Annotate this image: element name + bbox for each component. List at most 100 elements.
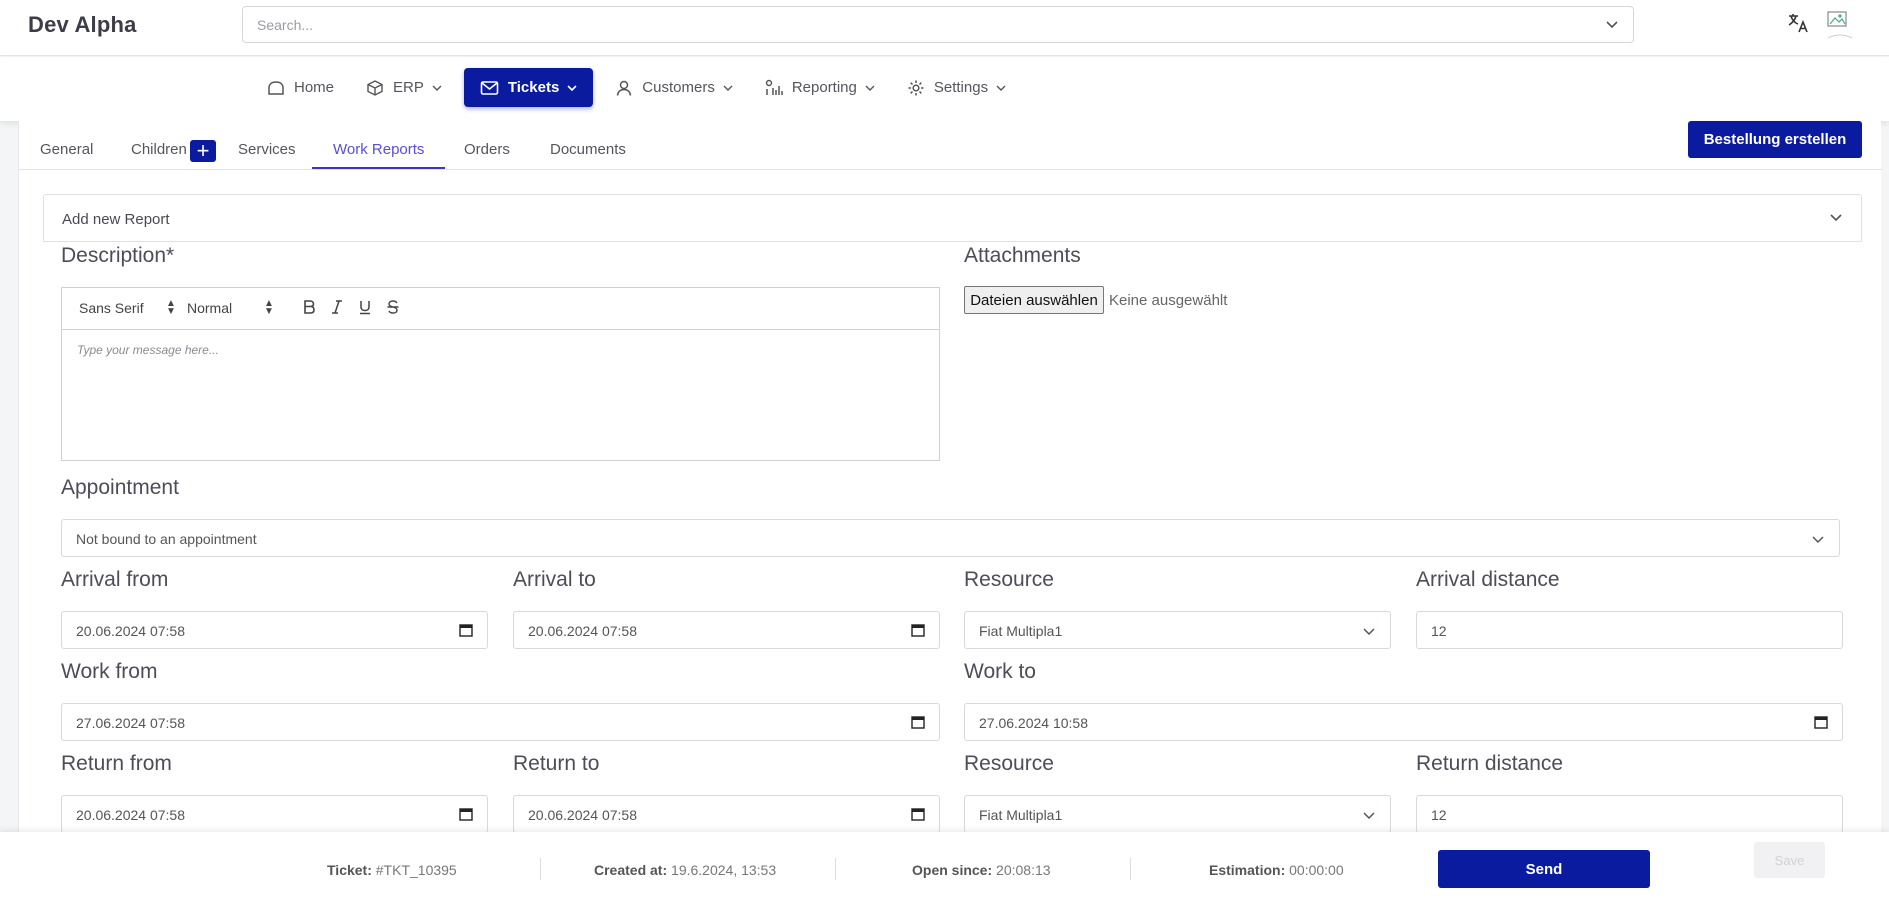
calendar-icon[interactable]: [1814, 715, 1828, 729]
ticket-footer: Ticket: #TKT_10395 Created at: 19.6.2024…: [0, 832, 1889, 900]
search-box[interactable]: [242, 6, 1634, 43]
footer-ticket: Ticket: #TKT_10395: [327, 862, 457, 878]
created-value: 19.6.2024, 13:53: [671, 862, 777, 878]
attachments-label: Attachments: [964, 244, 1081, 267]
arrival-distance-input[interactable]: 12: [1416, 611, 1843, 649]
created-label: Created at:: [594, 862, 668, 878]
arrival-resource-select[interactable]: Fiat Multipla1: [964, 611, 1391, 649]
arrival-to-label: Arrival to: [513, 568, 596, 591]
arrival-to-input[interactable]: 20.06.2024 07:58: [513, 611, 940, 649]
chevron-down-icon: [1363, 628, 1375, 636]
create-order-button[interactable]: Bestellung erstellen: [1688, 121, 1862, 158]
main-navigation: Home ERP Tickets Customers Reporting Set…: [0, 57, 1889, 121]
chevron-down-icon: [996, 85, 1006, 91]
arrival-resource-label: Resource: [964, 568, 1054, 591]
choose-files-button[interactable]: Dateien auswählen: [964, 286, 1104, 314]
tab-services[interactable]: Services: [217, 121, 317, 169]
underline-icon[interactable]: [358, 299, 372, 315]
chevron-down-icon: [723, 85, 733, 91]
tab-documents[interactable]: Documents: [529, 121, 647, 169]
description-label: Description*: [61, 244, 175, 267]
return-resource-value: Fiat Multipla1: [979, 807, 1063, 823]
appointment-label: Appointment: [61, 476, 179, 499]
calendar-icon[interactable]: [459, 623, 473, 637]
return-distance-value: 12: [1431, 807, 1447, 823]
gear-icon: [908, 80, 924, 95]
arrival-resource-value: Fiat Multipla1: [979, 623, 1063, 639]
tab-work-reports[interactable]: Work Reports: [312, 121, 446, 169]
top-bar: Dev Alpha: [0, 0, 1889, 56]
divider: [1130, 858, 1131, 880]
return-distance-label: Return distance: [1416, 752, 1564, 775]
return-from-input[interactable]: 20.06.2024 07:58: [61, 795, 488, 833]
chevron-down-icon: [865, 85, 875, 91]
return-to-value: 20.06.2024 07:58: [528, 807, 637, 823]
ticket-id: #TKT_10395: [375, 862, 457, 878]
add-report-panel-header[interactable]: Add new Report: [43, 194, 1862, 242]
font-family-select[interactable]: Sans Serif ▲ ▼: [79, 298, 176, 317]
ticket-tabs: General Children + Services Work Reports…: [19, 121, 1882, 170]
chevron-down-icon: [1363, 812, 1375, 820]
add-child-button[interactable]: +: [190, 140, 216, 162]
nav-tickets-label: Tickets: [507, 79, 560, 96]
return-to-input[interactable]: 20.06.2024 07:58: [513, 795, 940, 833]
arrival-distance-value: 12: [1431, 623, 1447, 639]
nav-home[interactable]: Home: [257, 68, 344, 107]
work-from-input[interactable]: 27.06.2024 07:58: [61, 703, 940, 741]
search-input[interactable]: [243, 7, 1633, 42]
nav-tickets[interactable]: Tickets: [463, 68, 594, 107]
calendar-icon[interactable]: [911, 807, 925, 821]
nav-settings-label: Settings: [933, 79, 989, 96]
font-family-value: Sans Serif: [79, 300, 144, 316]
arrival-from-value: 20.06.2024 07:58: [76, 623, 185, 639]
chevron-down-icon[interactable]: [1829, 210, 1843, 224]
calendar-icon[interactable]: [911, 623, 925, 637]
font-size-select[interactable]: Normal ▲ ▼: [187, 299, 277, 317]
return-from-value: 20.06.2024 07:58: [76, 807, 185, 823]
chevron-down-icon: [432, 85, 442, 91]
chevron-down-icon: [567, 84, 577, 91]
app-title: Dev Alpha: [28, 12, 137, 37]
home-icon: [268, 80, 284, 95]
nav-settings[interactable]: Settings: [897, 68, 1016, 107]
nav-reporting[interactable]: Reporting: [755, 68, 885, 107]
work-to-value: 27.06.2024 10:58: [979, 715, 1088, 731]
save-button[interactable]: Save: [1754, 842, 1825, 878]
return-distance-input[interactable]: 12: [1416, 795, 1843, 833]
return-to-label: Return to: [513, 752, 600, 775]
ticket-detail-card: General Children + Services Work Reports…: [18, 121, 1882, 900]
chevron-down-icon[interactable]: [1605, 17, 1619, 31]
tab-general[interactable]: General: [19, 121, 114, 169]
strikethrough-icon[interactable]: [386, 299, 400, 315]
select-arrows-icon: ▲ ▼: [166, 298, 176, 317]
user-icon: [617, 80, 632, 96]
panel-title: Add new Report: [62, 211, 170, 228]
work-from-label: Work from: [61, 660, 158, 683]
italic-icon[interactable]: [331, 299, 343, 315]
appointment-select[interactable]: Not bound to an appointment: [61, 519, 1840, 557]
nav-customers[interactable]: Customers: [605, 68, 743, 107]
return-resource-select[interactable]: Fiat Multipla1: [964, 795, 1391, 833]
work-to-input[interactable]: 27.06.2024 10:58: [964, 703, 1843, 741]
chart-icon: [765, 79, 783, 95]
return-resource-label: Resource: [964, 752, 1054, 775]
avatar[interactable]: [1826, 8, 1854, 40]
nav-home-label: Home: [294, 79, 335, 96]
estimation-value: 00:00:00: [1289, 862, 1344, 878]
arrival-from-input[interactable]: 20.06.2024 07:58: [61, 611, 488, 649]
divider: [540, 858, 541, 880]
bold-icon[interactable]: [302, 299, 316, 315]
calendar-icon[interactable]: [911, 715, 925, 729]
send-button[interactable]: Send: [1438, 850, 1650, 888]
editor-body[interactable]: Type your message here...: [62, 330, 939, 370]
footer-created: Created at: 19.6.2024, 13:53: [594, 862, 776, 878]
chevron-down-icon: [1812, 536, 1824, 544]
open-since-value: 20:08:13: [996, 862, 1051, 878]
description-editor[interactable]: Sans Serif ▲ ▼ Normal ▲ ▼ Type your messag…: [61, 287, 940, 461]
calendar-icon[interactable]: [459, 807, 473, 821]
nav-reporting-label: Reporting: [791, 79, 857, 96]
translate-icon[interactable]: [1786, 11, 1810, 35]
nav-erp[interactable]: ERP: [356, 68, 452, 107]
tab-orders[interactable]: Orders: [443, 121, 531, 169]
footer-open-since: Open since: 20:08:13: [912, 862, 1051, 878]
